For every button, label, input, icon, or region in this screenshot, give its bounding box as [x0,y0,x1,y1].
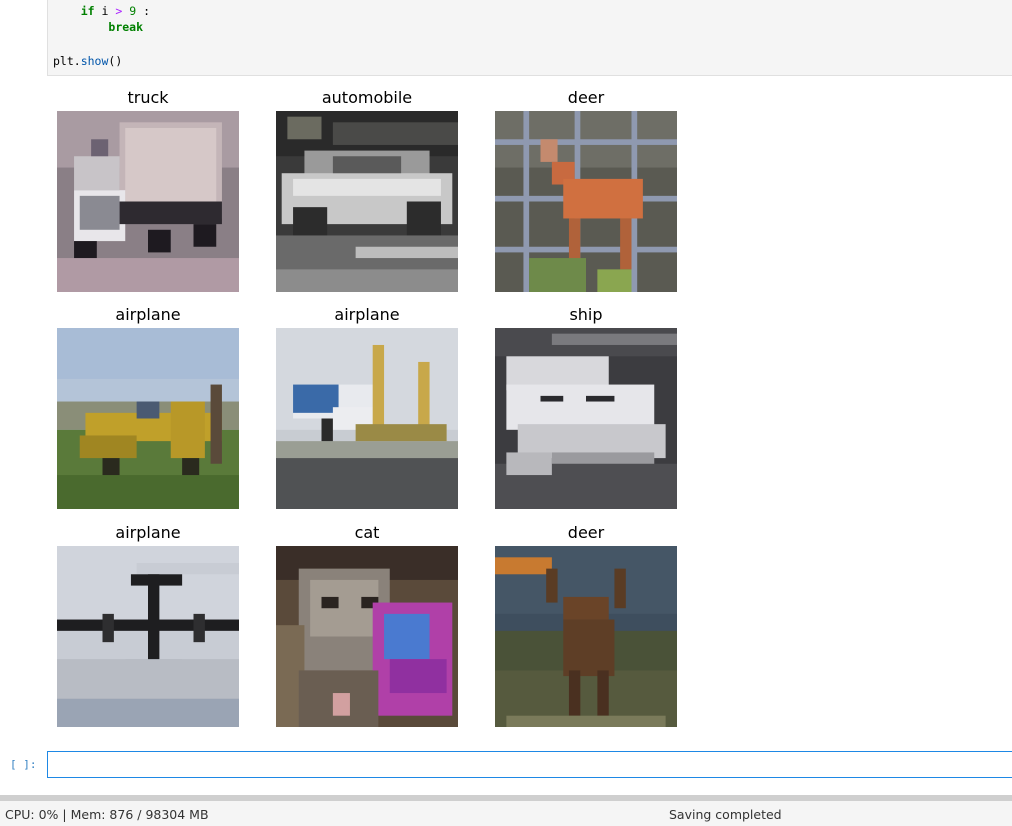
image-title: airplane [115,523,181,542]
empty-code-cell[interactable] [47,751,1012,778]
image-title: airplane [334,305,400,324]
image-title: automobile [321,88,413,107]
plt-object: plt. [53,54,81,68]
cat-image [276,546,458,727]
airplane-image [57,546,239,727]
deer-image [495,546,677,727]
variable-i: i [101,4,109,18]
image-title: truck [127,88,169,107]
number-literal: 9 [129,4,137,18]
notebook: if i > 9 : break plt.show() truck automo… [0,0,1012,826]
deer-image [495,111,677,292]
code-line-break: break [53,19,143,35]
show-function: show [80,54,109,68]
input-prompt: [ ]: [10,758,37,771]
operator-gt: > [115,4,123,18]
automobile-image [276,111,458,292]
code-line-show: plt.show() [53,53,122,69]
image-title: deer [567,88,605,107]
output-figure: truck automobile deer airplane airplane … [47,80,707,740]
keyword-if: if [80,4,95,18]
image-title: deer [567,523,605,542]
status-bar: CPU: 0% | Mem: 876 / 98304 MB Saving com… [0,801,1012,826]
colon: : [143,4,151,18]
airplane-image [57,328,239,509]
truck-image [57,111,239,292]
ship-image [495,328,677,509]
call-parens: () [108,54,123,68]
save-status: Saving completed [669,807,782,822]
image-title: cat [354,523,380,542]
resource-usage: CPU: 0% | Mem: 876 / 98304 MB [5,807,209,822]
image-title: ship [569,305,603,324]
airplane-image [276,328,458,509]
keyword-break: break [108,20,144,34]
code-cell[interactable]: if i > 9 : break plt.show() [47,0,1012,76]
code-line-if: if i > 9 : [53,3,150,19]
image-title: airplane [115,305,181,324]
